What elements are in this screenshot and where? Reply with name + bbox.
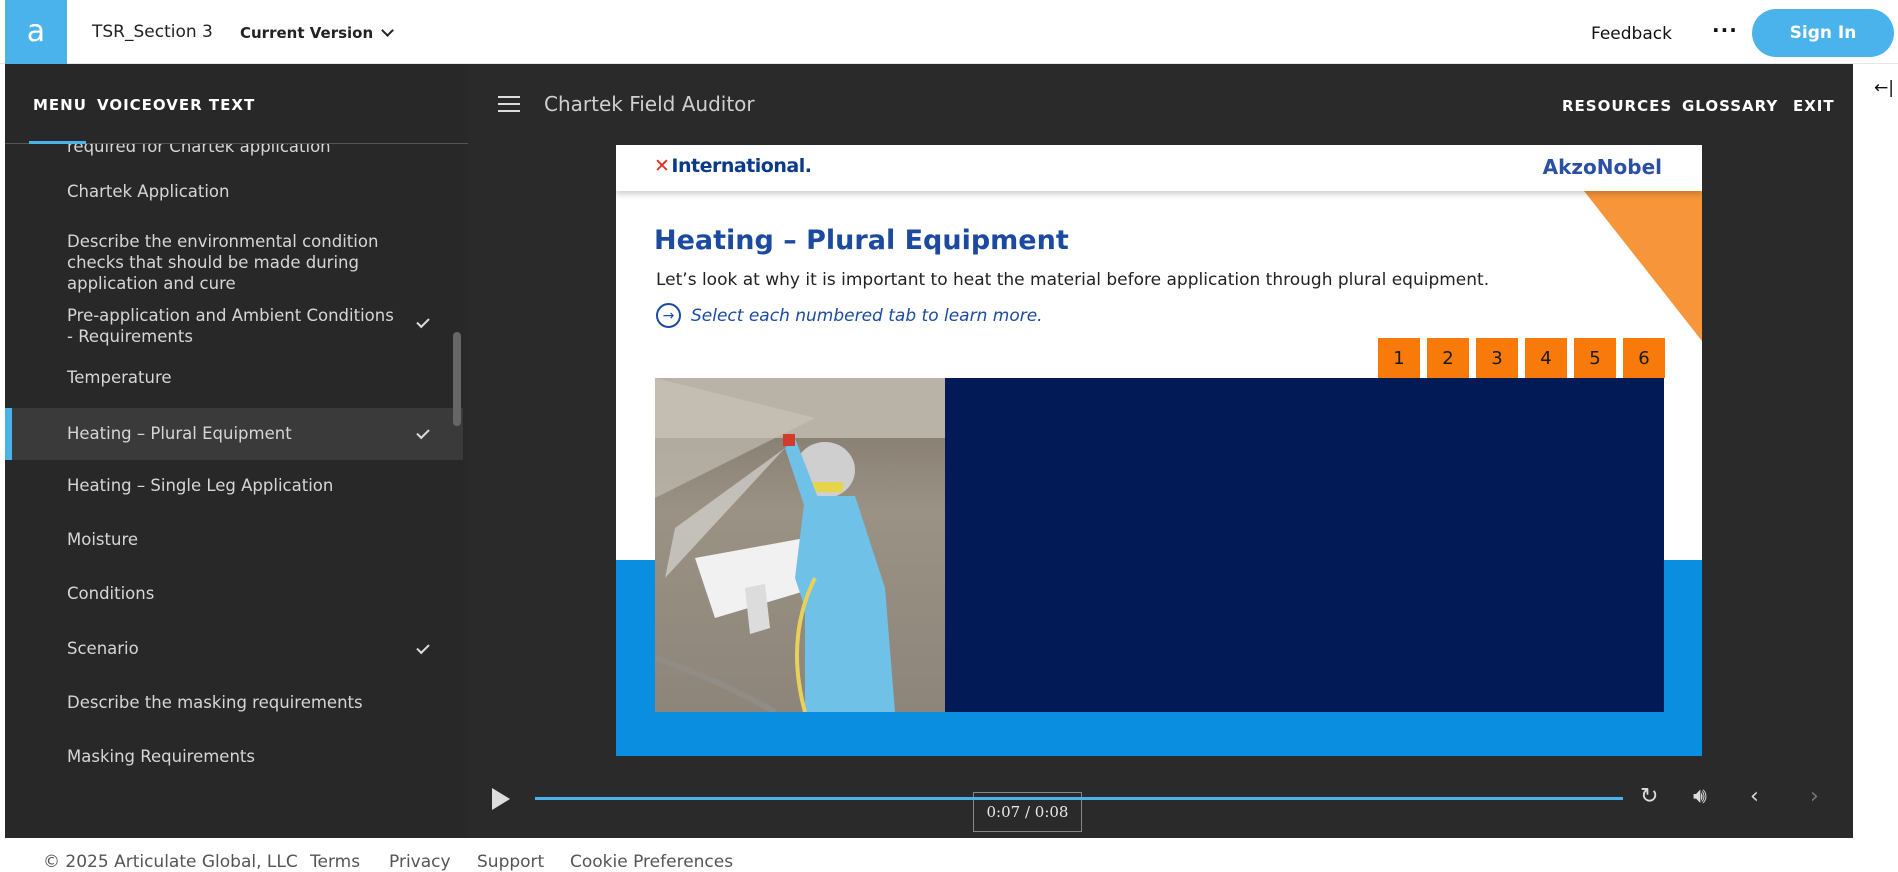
check-icon <box>416 425 430 440</box>
slide-title: Heating – Plural Equipment <box>654 225 1069 256</box>
tab-voiceover-text[interactable]: VOICEOVER TEXT <box>97 96 255 114</box>
version-dropdown[interactable]: Current Version <box>240 24 395 42</box>
menu-item[interactable]: Conditions <box>5 574 463 614</box>
chevron-down-icon <box>381 24 395 37</box>
menu-item[interactable]: Pre-application and Ambient Conditions -… <box>5 296 463 350</box>
articulate-logo[interactable]: a <box>5 0 67 64</box>
check-icon <box>416 314 430 329</box>
menu-item-label: Describe the masking requirements <box>67 693 363 712</box>
menu-item[interactable]: Masking Requirements <box>5 737 463 777</box>
menu-item-label: Describe the environmental condition che… <box>67 232 379 293</box>
page-footer: © 2025 Articulate Global, LLC Terms Priv… <box>0 838 1898 872</box>
numbered-tabs: 1 2 3 4 5 6 <box>1378 338 1665 378</box>
menu-item[interactable]: Chartek Application <box>5 172 463 212</box>
menu-item[interactable]: Describe the environmental condition che… <box>5 222 463 296</box>
sign-in-button[interactable]: Sign In <box>1752 9 1894 57</box>
cookie-preferences-link[interactable]: Cookie Preferences <box>570 852 733 872</box>
worker-spraying-illustration <box>655 378 945 712</box>
menu-item[interactable]: required for Chartek application <box>5 144 463 168</box>
menu-item[interactable]: Describe the masking requirements <box>5 683 463 723</box>
menu-item[interactable]: Moisture <box>5 520 463 560</box>
version-label: Current Version <box>240 24 374 42</box>
arrow-right-circle-icon: → <box>656 303 681 328</box>
numbered-tab-6[interactable]: 6 <box>1623 338 1665 378</box>
menu-item-label: Temperature <box>67 368 172 387</box>
numbered-tab-5[interactable]: 5 <box>1574 338 1616 378</box>
course-title: Chartek Field Auditor <box>544 92 755 116</box>
menu-item-active[interactable]: Heating – Plural Equipment <box>5 408 463 460</box>
worker-spraying-photo <box>655 378 945 712</box>
menu-item[interactable]: Scenario <box>5 629 463 669</box>
slide-canvas: ✕ International. AkzoNobel Heating – Plur… <box>616 145 1702 756</box>
international-logo-text: International. <box>671 155 812 177</box>
seek-bar[interactable] <box>535 797 1623 800</box>
menu-item-label: Moisture <box>67 530 139 549</box>
slide-subtitle: Let’s look at why it is important to hea… <box>656 270 1490 290</box>
menu-item[interactable]: Temperature <box>5 358 463 398</box>
numbered-tab-2[interactable]: 2 <box>1427 338 1469 378</box>
exit-link[interactable]: EXIT <box>1793 97 1835 115</box>
terms-link[interactable]: Terms <box>310 852 360 872</box>
previous-slide-icon[interactable]: ‹ <box>1750 784 1759 809</box>
check-icon <box>416 640 430 655</box>
course-sidebar: MENU VOICEOVER TEXT required for Chartek… <box>5 64 468 838</box>
menu-item-label: Chartek Application <box>67 182 230 201</box>
slide-header: ✕ International. AkzoNobel <box>616 145 1702 191</box>
collapse-panel-icon[interactable]: ←| <box>1874 78 1894 98</box>
support-link[interactable]: Support <box>477 852 544 872</box>
copyright-text: © 2025 Articulate Global, LLC <box>43 852 298 872</box>
volume-icon[interactable]: 🔊︎ <box>1693 784 1707 809</box>
menu-item-label: Pre-application and Ambient Conditions -… <box>67 306 394 346</box>
menu-list: required for Chartek application Chartek… <box>5 144 468 838</box>
slide-instruction: → Select each numbered tab to learn more… <box>656 303 1043 328</box>
logo-glyph: a <box>26 14 46 49</box>
play-icon[interactable] <box>492 788 510 810</box>
project-title: TSR_Section 3 <box>92 22 213 42</box>
numbered-tab-1[interactable]: 1 <box>1378 338 1420 378</box>
international-logo: ✕ International. <box>654 155 812 177</box>
playback-controls: ↻ 🔊︎ ‹ › <box>468 764 1853 838</box>
menu-item[interactable]: Heating – Single Leg Application <box>5 466 463 506</box>
menu-item-label: Conditions <box>67 584 155 603</box>
glossary-link[interactable]: GLOSSARY <box>1682 97 1778 115</box>
akzonobel-logo: AkzoNobel <box>1542 155 1662 179</box>
instruction-text: Select each numbered tab to learn more. <box>691 305 1043 326</box>
privacy-link[interactable]: Privacy <box>389 852 451 872</box>
more-options-icon[interactable]: ··· <box>1712 18 1738 42</box>
menu-item-label: Heating – Single Leg Application <box>67 476 334 495</box>
orange-corner-decoration <box>1584 191 1702 341</box>
sidebar-scrollbar[interactable] <box>453 332 461 426</box>
course-player: Chartek Field Auditor RESOURCES GLOSSARY… <box>468 64 1853 838</box>
resources-link[interactable]: RESOURCES <box>1562 97 1672 115</box>
tab-menu[interactable]: MENU <box>33 96 87 114</box>
menu-item-label: Heating – Plural Equipment <box>67 424 292 443</box>
numbered-tab-3[interactable]: 3 <box>1476 338 1518 378</box>
menu-item-label: Masking Requirements <box>67 747 255 766</box>
tab-content-panel <box>945 378 1664 712</box>
menu-item-label: required for Chartek application <box>67 144 331 156</box>
x-mark-icon: ✕ <box>654 155 670 177</box>
feedback-button[interactable]: Feedback <box>1591 24 1672 44</box>
next-slide-icon[interactable]: › <box>1810 784 1819 809</box>
hamburger-menu-icon[interactable] <box>498 96 520 117</box>
numbered-tab-4[interactable]: 4 <box>1525 338 1567 378</box>
top-bar: a TSR_Section 3 Current Version Feedback… <box>0 0 1898 64</box>
replay-icon[interactable]: ↻ <box>1640 784 1658 809</box>
sidebar-tabs: MENU VOICEOVER TEXT <box>5 64 468 144</box>
menu-item-label: Scenario <box>67 639 139 658</box>
